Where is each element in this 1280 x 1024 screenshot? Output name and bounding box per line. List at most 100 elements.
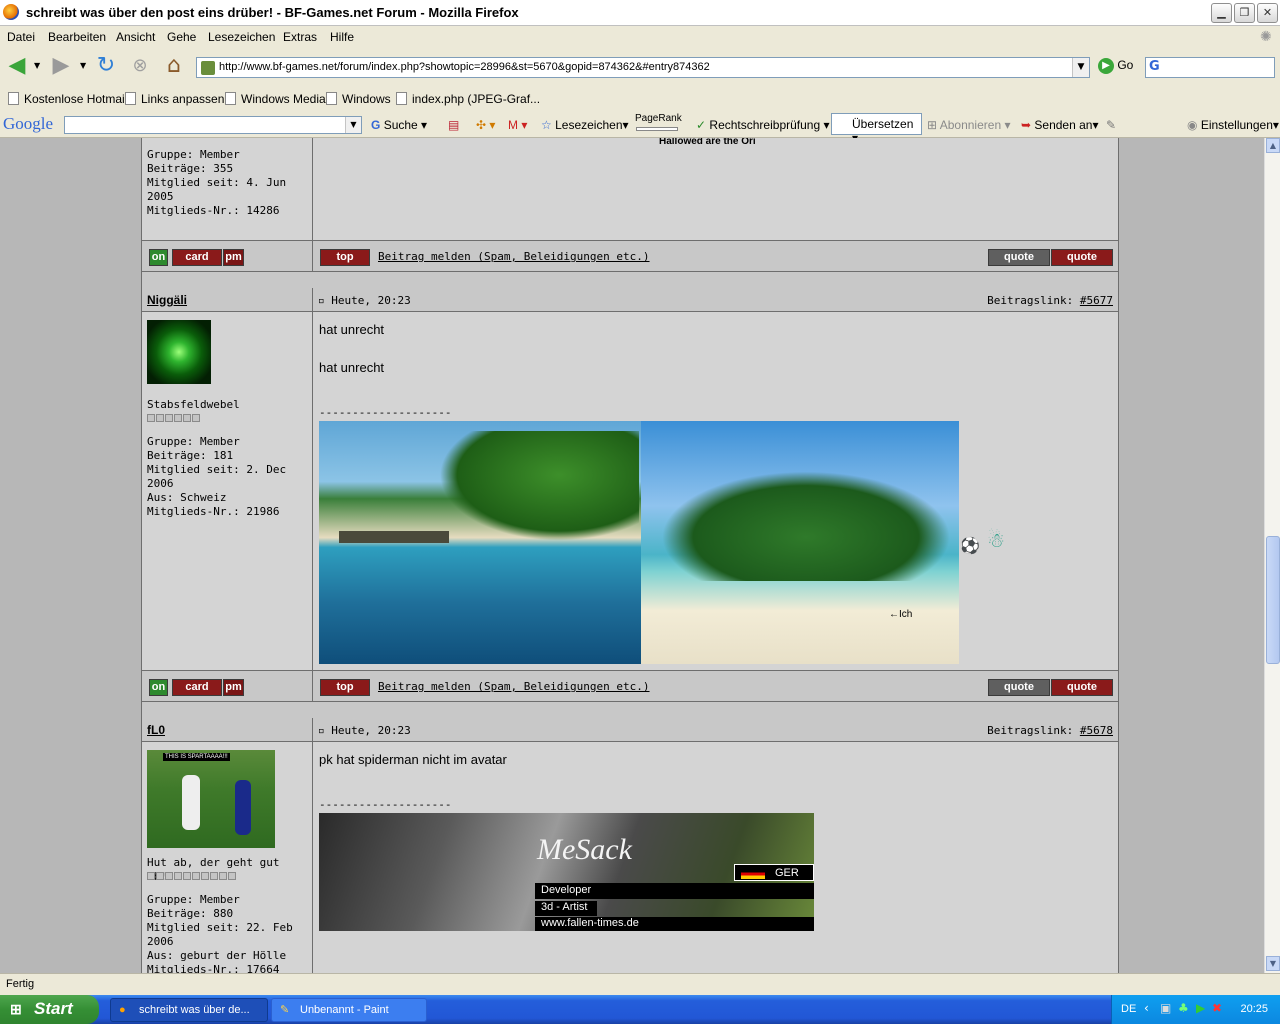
bookmark-item[interactable]: Windows Media xyxy=(225,92,326,106)
url-text[interactable]: http://www.bf-games.net/forum/index.php?… xyxy=(219,61,710,73)
report-link[interactable]: Beitrag melden (Spam, Beleidigungen etc.… xyxy=(378,250,650,263)
forward-dropdown-icon[interactable]: ▼ xyxy=(80,61,86,70)
scroll-up-icon[interactable]: ▲ xyxy=(1266,138,1280,153)
gmail-icon[interactable]: M ▾ xyxy=(508,118,527,132)
settings-button[interactable]: ◉ Einstellungen▾ xyxy=(1187,118,1279,132)
url-dropdown-icon[interactable]: ▼ xyxy=(1072,58,1089,77)
send-to-button[interactable]: ➥ Senden an▾ xyxy=(1021,118,1099,132)
google-search-button[interactable]: G Suche ▾ xyxy=(371,118,427,132)
rank-pips xyxy=(147,870,237,883)
online-button[interactable]: on xyxy=(149,249,168,266)
google-search-input[interactable]: ▼ xyxy=(64,116,362,134)
beach-image-right: ←Ich xyxy=(641,421,959,664)
taskbar-item-firefox[interactable]: ● schreibt was über de... xyxy=(110,998,268,1022)
user-panel: Stabsfeldwebel Gruppe: Member Beiträge: … xyxy=(142,312,313,670)
top-button[interactable]: top xyxy=(320,249,370,266)
online-button[interactable]: on xyxy=(149,679,168,696)
banner-country: GER xyxy=(775,867,799,879)
member-number: Mitglieds-Nr.: 21986 xyxy=(147,505,280,518)
menu-hilfe[interactable]: Hilfe xyxy=(330,30,354,44)
menu-gehe[interactable]: Gehe xyxy=(167,30,196,44)
menu-datei[interactable]: Datei xyxy=(7,30,35,44)
username-link[interactable]: fL0 xyxy=(147,723,165,737)
subscribe-label: Abonnieren xyxy=(939,118,1002,132)
checkmark-icon: ✓ xyxy=(696,118,707,132)
post-link-label: Beitragslink: xyxy=(987,724,1074,737)
quote-button[interactable]: quote xyxy=(1051,249,1113,266)
maximize-button[interactable]: ❐ xyxy=(1234,3,1255,23)
post-actions-bar: on card pm top Beitrag melden (Spam, Bel… xyxy=(142,670,1118,702)
signature-separator: -------------------- xyxy=(319,798,452,811)
minimize-button[interactable]: ▁ xyxy=(1211,3,1232,23)
member-since: Mitglied seit: 22. Feb 2006 xyxy=(147,921,293,948)
spellcheck-button[interactable]: ✓ Rechtschreibprüfung ▾ xyxy=(696,118,830,132)
bookmark-item[interactable]: index.php (JPEG-Graf... xyxy=(396,92,540,106)
forward-icon[interactable]: ▶ xyxy=(48,53,74,79)
smiley-ball-icon: ⚽ xyxy=(960,536,980,555)
user-info: Gruppe: Member Beiträge: 181 Mitglied se… xyxy=(147,435,312,519)
google-search-dropdown-icon[interactable]: ▼ xyxy=(345,117,361,133)
page-icon xyxy=(225,92,236,105)
bookmarks-button[interactable]: ☆ Lesezeichen▾ xyxy=(541,118,629,132)
member-number: Mitglieds-Nr.: 17664 xyxy=(147,963,280,973)
throbber-icon: ✺ xyxy=(1260,29,1272,45)
pencil-icon[interactable]: ✎ xyxy=(1106,118,1116,132)
post-date-text: Heute, 20:23 xyxy=(331,724,411,737)
banner-line: www.fallen-times.de xyxy=(535,917,814,931)
bookmark-item[interactable]: Windows xyxy=(326,92,391,106)
start-button[interactable]: ⊞ Start xyxy=(0,995,99,1024)
site-favicon-icon xyxy=(201,61,215,75)
multiquote-button[interactable]: quote xyxy=(988,249,1050,266)
security-alert-icon[interactable]: ✖ xyxy=(1212,1001,1222,1015)
menu-ansicht[interactable]: Ansicht xyxy=(116,30,155,44)
title-bar: schreibt was über den post eins drüber! … xyxy=(0,0,1280,26)
go-button[interactable]: ▶ Go xyxy=(1098,58,1133,74)
card-button[interactable]: card xyxy=(172,249,222,266)
search-input[interactable]: G xyxy=(1145,57,1275,78)
vertical-scrollbar[interactable]: ▲ ▼ xyxy=(1264,138,1280,973)
stop-icon[interactable]: ⊗ xyxy=(127,53,153,79)
network-icon[interactable]: ▣ xyxy=(1160,1001,1171,1015)
pm-button[interactable]: pm xyxy=(223,679,244,696)
bookmark-item[interactable]: Kostenlose Hotmail xyxy=(8,92,127,106)
bookmark-item[interactable]: Links anpassen xyxy=(125,92,224,106)
language-indicator[interactable]: DE xyxy=(1121,1003,1136,1015)
post-link-anchor[interactable]: #5677 xyxy=(1080,294,1113,307)
scroll-down-icon[interactable]: ▼ xyxy=(1266,956,1280,971)
menu-extras[interactable]: Extras xyxy=(283,30,317,44)
scrollbar-thumb[interactable] xyxy=(1266,536,1280,664)
reload-icon[interactable]: ↻ xyxy=(93,53,119,79)
go-label: Go xyxy=(1117,58,1134,73)
close-button[interactable]: ✕ xyxy=(1257,3,1278,23)
firefox-icon xyxy=(3,4,19,20)
username-link[interactable]: Niggäli xyxy=(147,293,187,307)
top-button[interactable]: top xyxy=(320,679,370,696)
back-icon[interactable]: ◀ xyxy=(4,53,30,79)
tray-collapse-icon[interactable]: ‹ xyxy=(1144,1001,1149,1015)
member-since: Mitglied seit: 2. Dec 2006 xyxy=(147,463,287,490)
taskbar-item-paint[interactable]: ✎ Unbenannt - Paint xyxy=(271,998,427,1022)
menu-bearbeiten[interactable]: Bearbeiten xyxy=(48,30,106,44)
user-panel: THIS IS SPARTAAAA!!! Hut ab, der geht gu… xyxy=(142,742,313,973)
quote-button[interactable]: quote xyxy=(1051,679,1113,696)
post-bar-container: on card pm top Beitrag melden (Spam, Bel… xyxy=(141,240,1119,290)
puzzle-icon[interactable]: ✣ ▾ xyxy=(476,118,495,132)
translate-button[interactable]: Übersetzen ▾ xyxy=(831,113,922,145)
play-icon[interactable]: ▶ xyxy=(1196,1001,1205,1015)
avatar: THIS IS SPARTAAAA!!! xyxy=(147,750,275,848)
messenger-icon[interactable]: ♣ xyxy=(1178,1001,1189,1015)
menu-lesezeichen[interactable]: Lesezeichen xyxy=(208,30,275,44)
back-dropdown-icon[interactable]: ▼ xyxy=(34,61,40,70)
news-icon[interactable]: ▤ xyxy=(448,118,459,132)
member-number: Mitglieds-Nr.: 14286 xyxy=(147,204,280,217)
pm-button[interactable]: pm xyxy=(223,249,244,266)
report-link[interactable]: Beitrag melden (Spam, Beleidigungen etc.… xyxy=(378,680,650,693)
start-label: Start xyxy=(34,999,73,1018)
subscribe-button[interactable]: ⊞ Abonnieren ▾ xyxy=(927,118,1010,132)
url-bar[interactable]: http://www.bf-games.net/forum/index.php?… xyxy=(196,57,1090,78)
bookmarks-toolbar: Kostenlose Hotmail Links anpassen Window… xyxy=(0,86,1280,110)
card-button[interactable]: card xyxy=(172,679,222,696)
post-link-anchor[interactable]: #5678 xyxy=(1080,724,1113,737)
home-icon[interactable]: ⌂ xyxy=(161,53,187,79)
multiquote-button[interactable]: quote xyxy=(988,679,1050,696)
